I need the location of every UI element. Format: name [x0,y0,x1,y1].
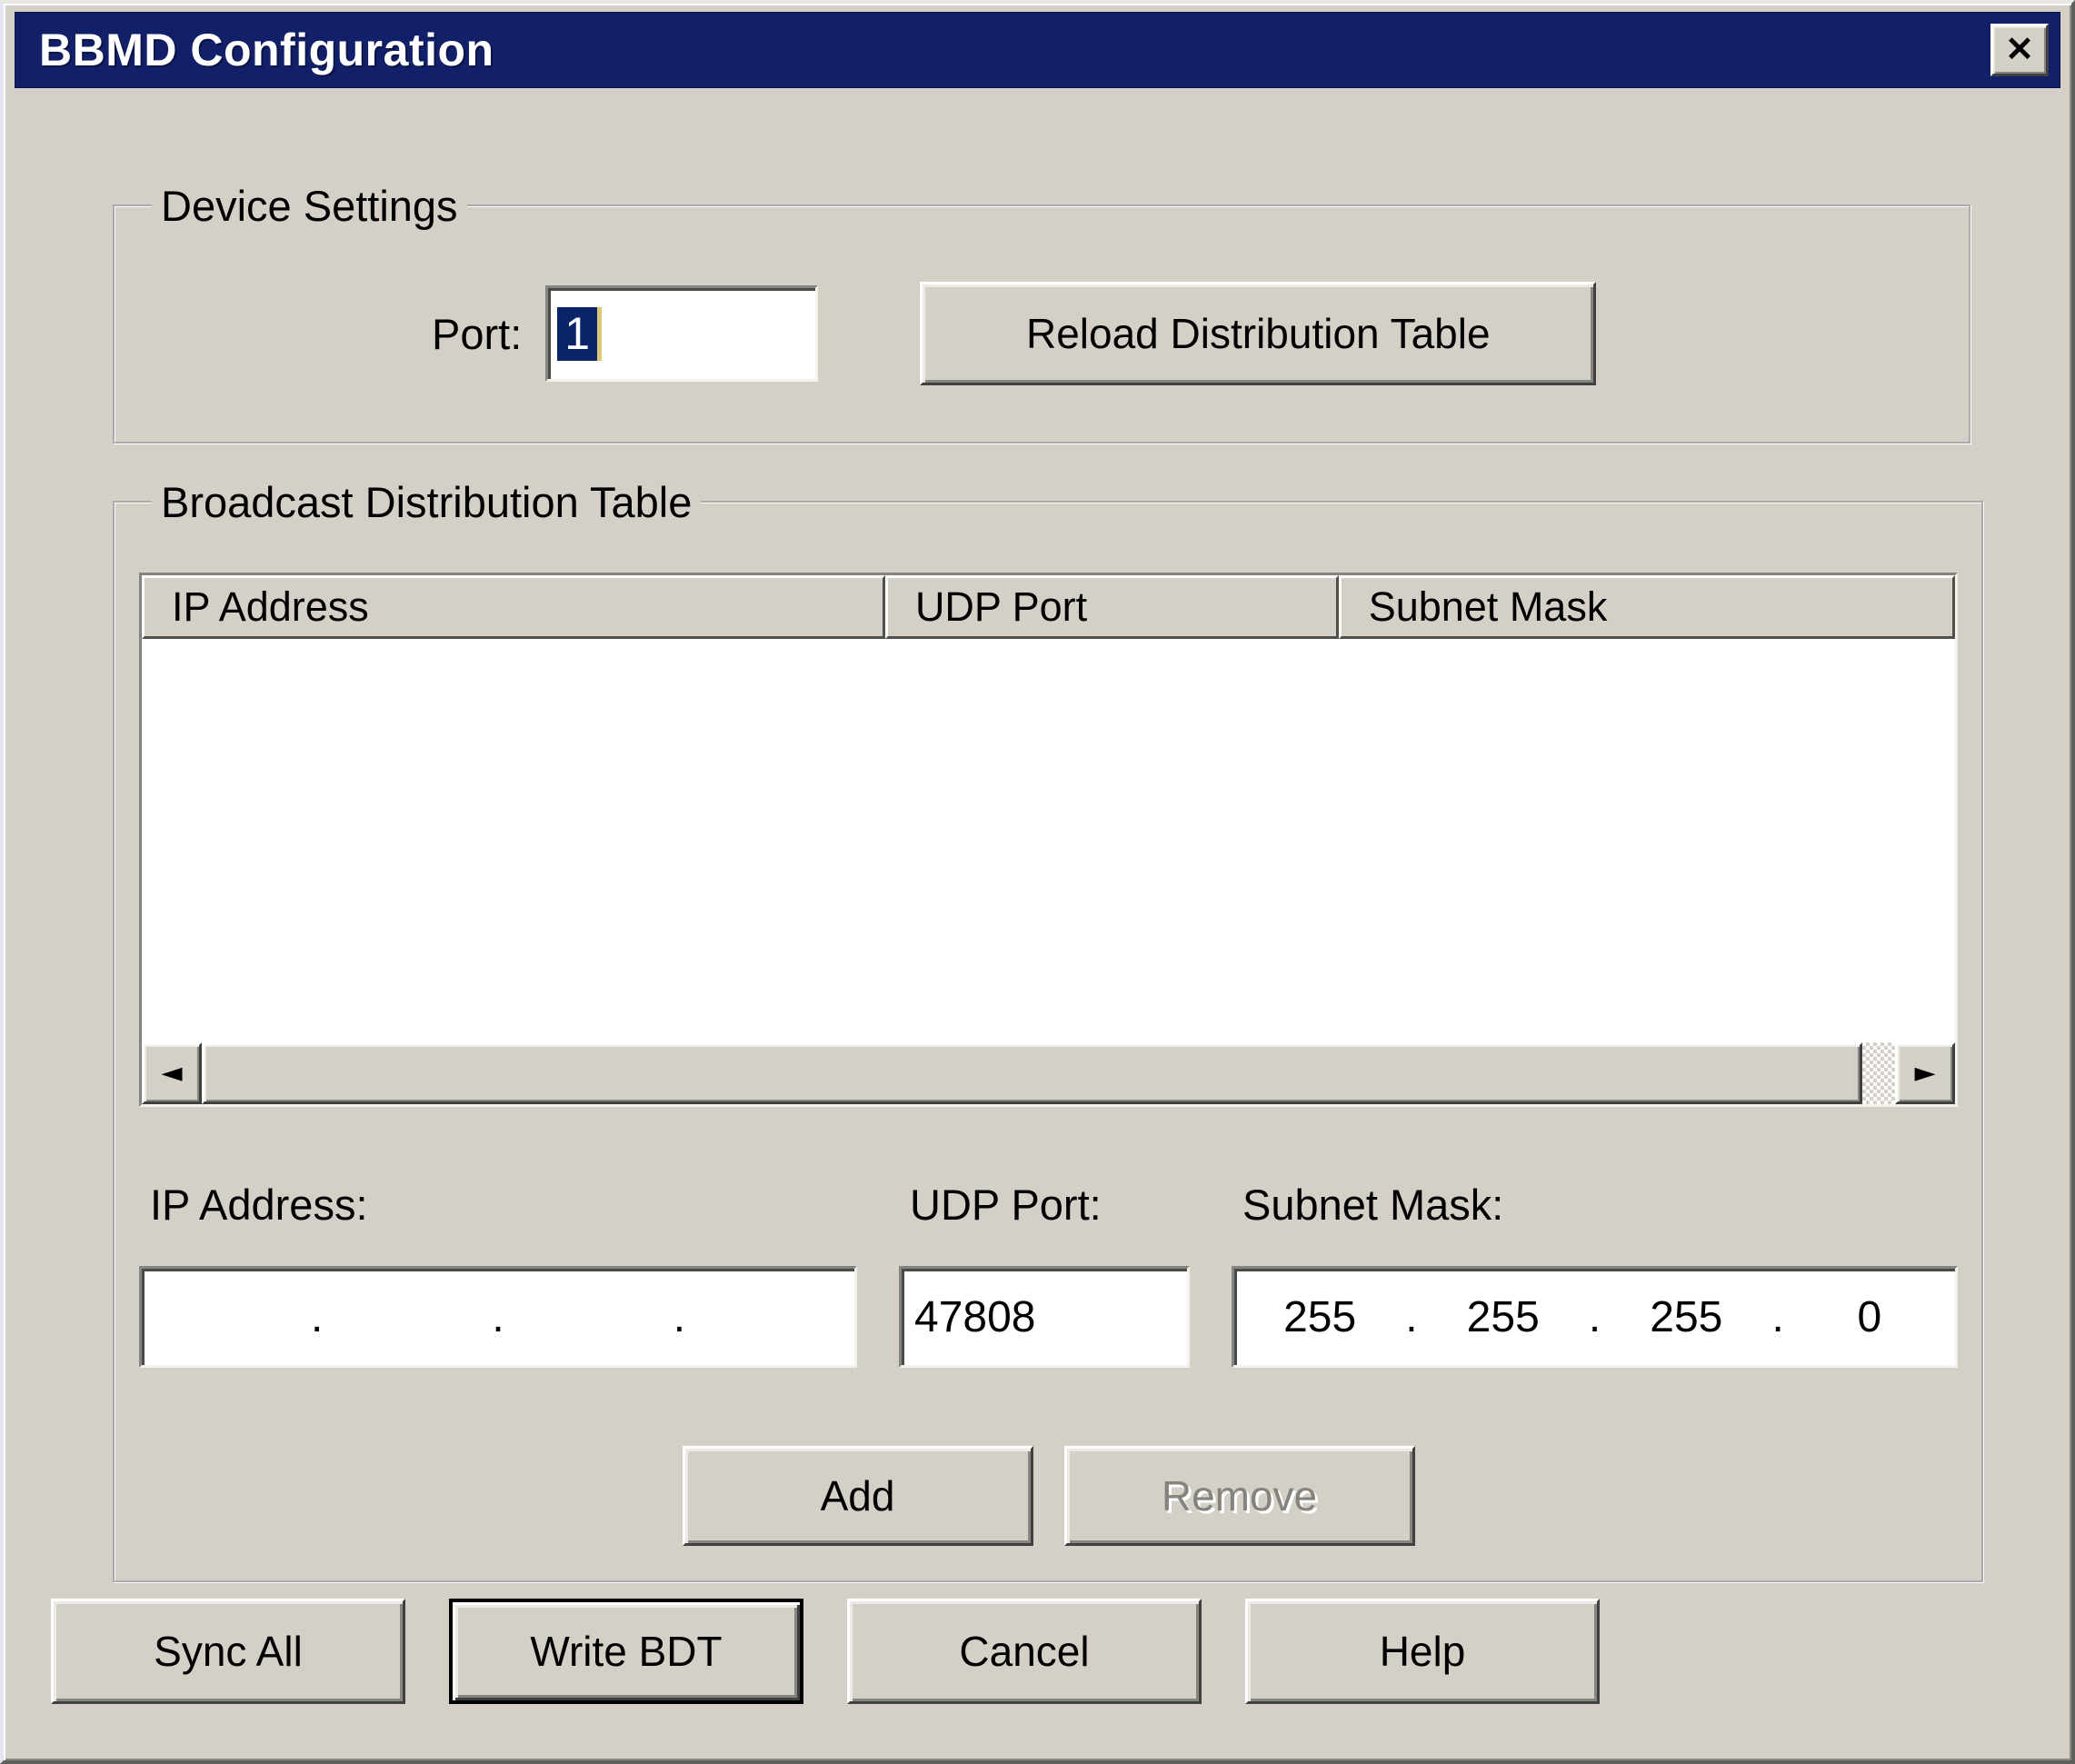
subnet-octet-4[interactable]: 0 [1784,1292,1955,1342]
broadcast-distribution-table-group: Broadcast Distribution Table IP Address … [113,477,1984,1583]
subnet-dot: . [1589,1292,1601,1342]
subnet-octet-3[interactable]: 255 [1601,1292,1771,1342]
dialog-content: Device Settings Port: 1 Reload Distribut… [15,88,2060,1749]
entry-labels-row: IP Address: UDP Port: Subnet Mask: [139,1180,1958,1230]
subnet-octet-2[interactable]: 255 [1418,1292,1589,1342]
udp-port-value: 47808 [914,1292,1035,1342]
close-button[interactable]: ✕ [1990,24,2049,76]
device-settings-group: Device Settings Port: 1 Reload Distribut… [113,181,1971,444]
help-button[interactable]: Help [1245,1599,1600,1704]
scrollbar-track[interactable] [1862,1042,1895,1104]
footer-button-row: Sync All Write BDT Cancel Help [20,1599,2055,1704]
window-title: BBMD Configuration [39,24,1990,76]
ip-dot: . [673,1292,685,1342]
bbmd-configuration-dialog: BBMD Configuration ✕ Device Settings Por… [0,0,2075,1764]
distribution-table-listview: IP Address UDP Port Subnet Mask ◄ ► [139,573,1958,1107]
write-bdt-button[interactable]: Write BDT [449,1599,803,1704]
ip-address-label: IP Address: [139,1180,857,1230]
scroll-left-icon: ◄ [161,1060,182,1087]
port-row: Port: 1 Reload Distribution Table [139,282,1945,385]
ip-address-input[interactable]: . . . [139,1266,857,1368]
ip-dot: . [492,1292,504,1342]
cancel-button[interactable]: Cancel [847,1599,1202,1704]
add-button[interactable]: Add [683,1446,1033,1546]
ip-dot: . [311,1292,323,1342]
subnet-octet-1[interactable]: 255 [1234,1292,1405,1342]
port-input-selected-text: 1 [557,307,602,361]
udp-port-input[interactable]: 47808 [899,1266,1190,1368]
column-header-subnet-mask[interactable]: Subnet Mask [1339,575,1955,639]
udp-port-label: UDP Port: [899,1180,1190,1230]
port-label: Port: [432,309,522,359]
port-input[interactable]: 1 [545,285,818,382]
column-header-ip-address[interactable]: IP Address [142,575,885,639]
subnet-dot: . [1771,1292,1783,1342]
add-remove-row: Add Remove [139,1446,1958,1546]
subnet-mask-label: Subnet Mask: [1232,1180,1958,1230]
remove-button: Remove [1064,1446,1415,1546]
column-header-udp-port[interactable]: UDP Port [885,575,1339,639]
reload-distribution-table-button[interactable]: Reload Distribution Table [920,282,1596,385]
listview-body-empty[interactable] [142,639,1955,1042]
subnet-mask-input[interactable]: 255 . 255 . 255 . 0 [1232,1266,1958,1368]
title-bar[interactable]: BBMD Configuration ✕ [15,12,2060,88]
close-icon: ✕ [2005,33,2034,67]
scroll-right-button[interactable]: ► [1895,1042,1955,1104]
listview-header: IP Address UDP Port Subnet Mask [142,575,1955,639]
broadcast-distribution-table-legend: Broadcast Distribution Table [152,477,701,527]
scroll-left-button[interactable]: ◄ [142,1042,202,1104]
scroll-right-icon: ► [1914,1060,1935,1087]
subnet-dot: . [1405,1292,1417,1342]
sync-all-button[interactable]: Sync All [51,1599,405,1704]
horizontal-scrollbar: ◄ ► [142,1042,1955,1104]
device-settings-legend: Device Settings [152,181,467,231]
entry-inputs-row: . . . 47808 255 . 255 . 255 . 0 [139,1266,1958,1368]
scrollbar-thumb[interactable] [202,1042,1862,1104]
